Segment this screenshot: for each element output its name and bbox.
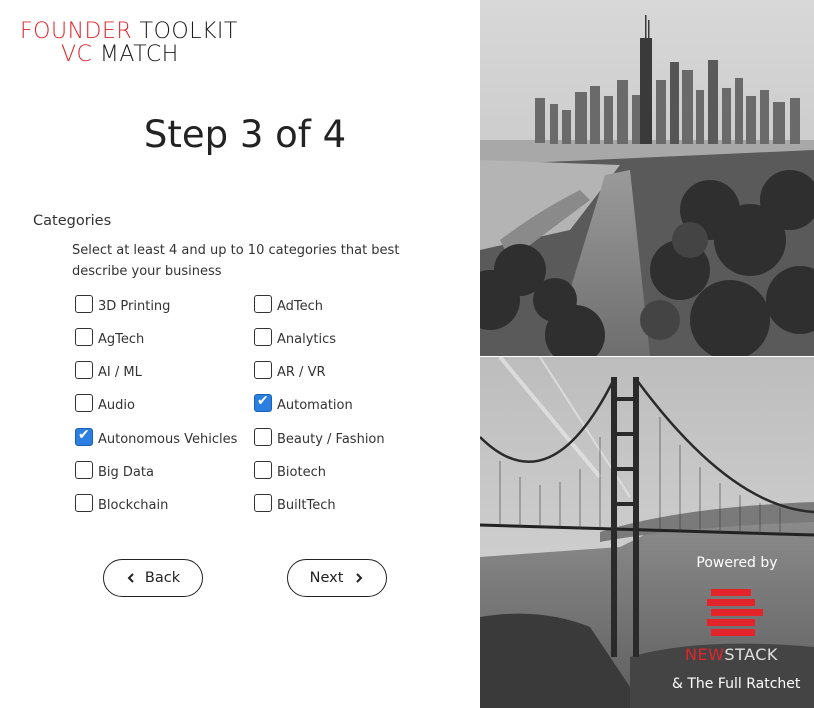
back-button-label: Back xyxy=(144,570,181,586)
category-checkbox-agtech[interactable]: AgTech xyxy=(75,327,144,347)
next-button[interactable]: Next xyxy=(287,559,387,597)
category-checkbox-ai-ml[interactable]: AI / ML xyxy=(75,360,142,380)
category-label: BuiltTech xyxy=(277,497,336,513)
category-checkbox-audio[interactable]: Audio xyxy=(75,393,135,413)
category-checkbox-big-data[interactable]: Big Data xyxy=(75,460,154,480)
category-label: 3D Printing xyxy=(98,298,171,314)
chevron-left-icon xyxy=(127,573,134,583)
category-checkbox-automation[interactable]: Automation xyxy=(254,393,353,413)
logo-word-founder: FOUNDER xyxy=(20,19,133,44)
powered-by-text: Powered by xyxy=(696,555,778,571)
logo-word-vc: VC xyxy=(61,42,93,67)
category-label: AI / ML xyxy=(98,364,142,380)
checkbox-unchecked-icon[interactable] xyxy=(254,328,272,346)
category-label: Audio xyxy=(98,397,135,413)
category-checkbox-beauty-fashion[interactable]: Beauty / Fashion xyxy=(254,427,385,447)
categories-label: Categories xyxy=(33,213,112,229)
category-label: Automation xyxy=(277,397,353,413)
category-checkbox-blockchain[interactable]: Blockchain xyxy=(75,493,168,513)
category-label: AR / VR xyxy=(277,364,326,380)
category-checkbox-ar-vr[interactable]: AR / VR xyxy=(254,360,326,380)
checkbox-unchecked-icon[interactable] xyxy=(75,394,93,412)
checkbox-unchecked-icon[interactable] xyxy=(254,295,272,313)
category-label: Beauty / Fashion xyxy=(277,431,385,447)
category-label: Analytics xyxy=(277,331,337,347)
logo-word-toolkit: TOOLKIT xyxy=(139,19,238,44)
step-title: Step 3 of 4 xyxy=(143,113,347,156)
logo-stack: STACK xyxy=(724,645,778,664)
checkbox-unchecked-icon[interactable] xyxy=(254,428,272,446)
checkbox-unchecked-icon[interactable] xyxy=(254,461,272,479)
logo-word-match: MATCH xyxy=(99,42,179,67)
category-label: AdTech xyxy=(277,298,324,314)
checkbox-unchecked-icon[interactable] xyxy=(75,361,93,379)
category-checkbox-builttech[interactable]: BuiltTech xyxy=(254,493,336,513)
checkbox-checked-icon[interactable] xyxy=(75,427,93,446)
checkbox-unchecked-icon[interactable] xyxy=(75,295,93,313)
new-stack-logo[interactable]: NEWSTACK xyxy=(681,589,791,664)
category-checkbox-biotech[interactable]: Biotech xyxy=(254,460,326,480)
founder-toolkit-logo[interactable]: FOUNDER TOOLKIT VC MATCH xyxy=(20,20,238,66)
full-ratchet-text: & The Full Ratchet xyxy=(672,676,801,692)
category-label: Biotech xyxy=(277,464,326,480)
category-checkbox-analytics[interactable]: Analytics xyxy=(254,327,336,347)
checkbox-unchecked-icon[interactable] xyxy=(75,461,93,479)
category-checkbox-autonomous-vehicles[interactable]: Autonomous Vehicles xyxy=(75,427,237,447)
categories-helper-text: Select at least 4 and up to 10 categorie… xyxy=(72,243,400,279)
back-button[interactable]: Back xyxy=(103,559,203,597)
logo-new: NEW xyxy=(685,645,725,664)
category-checkbox-adtech[interactable]: AdTech xyxy=(254,294,323,314)
chevron-right-icon xyxy=(356,573,363,583)
checkbox-unchecked-icon[interactable] xyxy=(75,494,93,512)
category-label: Autonomous Vehicles xyxy=(98,431,238,447)
checkbox-unchecked-icon[interactable] xyxy=(75,328,93,346)
checkbox-unchecked-icon[interactable] xyxy=(254,361,272,379)
category-label: Big Data xyxy=(98,464,154,480)
category-label: Blockchain xyxy=(98,497,169,513)
form-panel: FOUNDER TOOLKIT VC MATCH Step 3 of 4 Cat… xyxy=(0,0,480,708)
city-skyline-photo xyxy=(480,0,814,356)
category-label: AgTech xyxy=(98,331,145,347)
category-checkbox-3d-printing[interactable]: 3D Printing xyxy=(75,294,170,314)
checkbox-unchecked-icon[interactable] xyxy=(254,494,272,512)
checkbox-checked-icon[interactable] xyxy=(254,393,272,412)
next-button-label: Next xyxy=(309,570,344,586)
